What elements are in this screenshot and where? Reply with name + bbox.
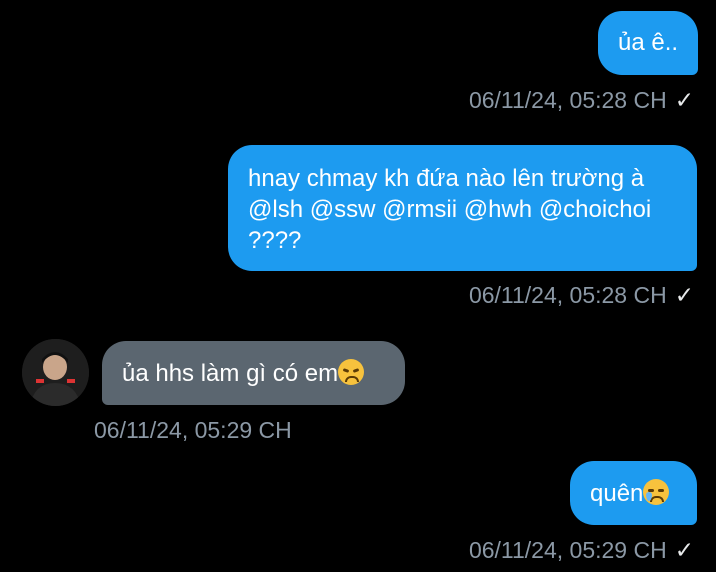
message-text: ủa ê.. <box>618 29 679 56</box>
message-timestamp: 06/11/24, 05:28 CH ✓ <box>468 87 694 113</box>
message-timestamp: 06/11/24, 05:29 CH ✓ <box>468 537 694 563</box>
message-text-line: ???? <box>248 227 302 254</box>
message-bubble-outgoing[interactable]: hnay chmay kh đứa nào lên trường à @lsh … <box>228 145 697 271</box>
sent-check-icon: ✓ <box>674 537 694 563</box>
crying-face-icon <box>643 479 670 505</box>
message-timestamp: 06/11/24, 05:29 CH <box>94 417 292 443</box>
message-bubble-outgoing[interactable]: quên <box>570 461 697 525</box>
message-timestamp: 06/11/24, 05:28 CH ✓ <box>468 282 694 308</box>
disappointed-face-icon <box>338 359 365 385</box>
message-text-line: @lsh @ssw @rmsii @hwh @choichoi <box>248 196 652 223</box>
sent-check-icon: ✓ <box>674 282 694 308</box>
avatar[interactable] <box>22 339 89 406</box>
user-avatar-photo <box>22 339 89 406</box>
message-text: ủa hhs làm gì có em <box>122 360 339 387</box>
message-text-line: hnay chmay kh đứa nào lên trường à <box>248 165 645 192</box>
message-bubble-incoming[interactable]: ủa hhs làm gì có em <box>102 341 405 405</box>
message-text: quên <box>590 480 644 507</box>
sent-check-icon: ✓ <box>674 87 694 113</box>
message-bubble-outgoing[interactable]: ủa ê.. <box>598 11 698 75</box>
